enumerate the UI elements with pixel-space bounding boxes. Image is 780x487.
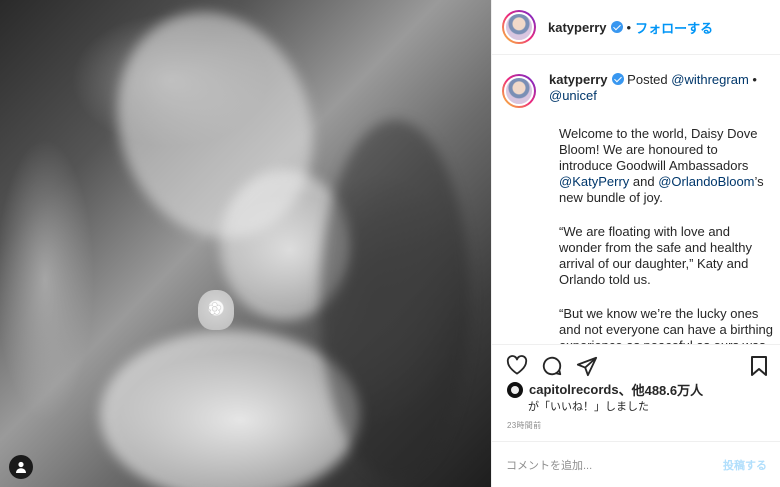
mention-katyperry[interactable]: @KatyPerry — [559, 174, 629, 189]
caption-scroll-area[interactable]: katyperry Posted @withregram • @unicef W… — [492, 56, 780, 344]
caption-avatar[interactable] — [502, 74, 536, 108]
liker-username[interactable]: capitolrecords — [529, 382, 619, 397]
verified-badge-icon — [611, 73, 624, 85]
heart-icon[interactable] — [506, 355, 528, 380]
mention-unicef[interactable]: @unicef — [549, 88, 597, 103]
user-tag-icon[interactable] — [9, 455, 33, 479]
likes-count[interactable]: 、他488.6万人 — [619, 380, 704, 399]
post-comment-button[interactable]: 投稿する — [723, 457, 767, 473]
follow-button[interactable]: フォローする — [635, 18, 713, 37]
caption-attribution: katyperry Posted @withregram • @unicef — [549, 72, 764, 108]
mention-withregram[interactable]: @withregram — [671, 72, 749, 87]
comment-icon[interactable] — [541, 355, 563, 382]
likes-summary: capitolrecords 、他488.6万人 — [507, 380, 703, 399]
caption-paragraph-2: “We are floating with love and wonder fr… — [559, 224, 752, 287]
header-separator: • — [626, 19, 632, 35]
caption-posted-prefix: Posted — [627, 72, 668, 87]
caption-paragraph-3: “But we know we’re the lucky ones and no… — [559, 306, 773, 344]
mention-orlandobloom[interactable]: @OrlandoBloom — [658, 174, 754, 189]
bookmark-icon[interactable] — [750, 355, 768, 382]
author-username[interactable]: katyperry — [548, 20, 607, 35]
post-photo[interactable] — [0, 0, 491, 487]
post-header: katyperry • フォローする — [492, 0, 780, 55]
caption-header-row: katyperry Posted @withregram • @unicef — [502, 72, 769, 108]
verified-badge-icon — [610, 21, 623, 33]
share-icon[interactable] — [576, 355, 598, 382]
caption-username[interactable]: katyperry — [549, 72, 608, 87]
caption-text: and — [629, 174, 659, 189]
caption-text: Welcome to the world, Daisy Dove Bloom! … — [559, 126, 758, 173]
comment-input[interactable]: コメントを追加... — [506, 457, 723, 473]
photo-blanket — [100, 330, 360, 487]
post-side-panel: katyperry • フォローする katyperry Posted @wit… — [491, 0, 780, 487]
author-avatar[interactable] — [502, 10, 536, 44]
caption-separator: • — [752, 72, 757, 87]
liker-avatar[interactable] — [507, 381, 523, 398]
post-timestamp[interactable]: 23時間前 — [507, 420, 541, 431]
likes-suffix: が「いいね！」しました — [528, 401, 649, 413]
caption-paragraph-1: Welcome to the world, Daisy Dove Bloom! … — [559, 126, 774, 206]
action-bar — [492, 344, 780, 380]
photo-painted-nail — [198, 290, 234, 330]
photo-dark-hand — [320, 120, 470, 480]
comment-bar: コメントを追加... 投稿する — [492, 441, 780, 487]
